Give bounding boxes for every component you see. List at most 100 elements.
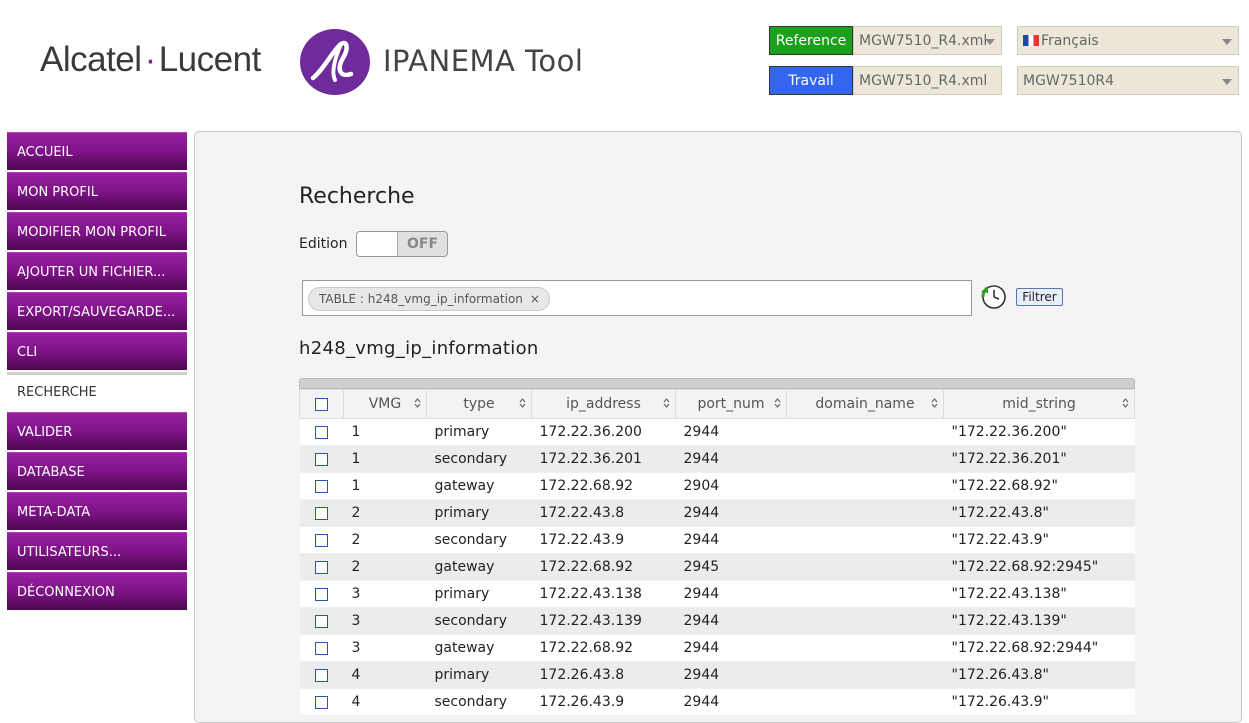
column-header-port-num[interactable]: port_num [675, 389, 787, 419]
row-checkbox[interactable] [299, 445, 344, 473]
cell-port: 2945 [675, 553, 787, 581]
sidebar-item-deconnexion[interactable]: DÉCONNEXION [7, 572, 187, 610]
cell-mid: "172.26.43.8" [943, 661, 1135, 689]
cell-ip: 172.22.36.200 [531, 418, 676, 446]
work-version-select[interactable]: MGW7510R4 [1017, 66, 1239, 95]
filter-button[interactable]: Filtrer [1016, 288, 1063, 306]
sidebar-item-ajouter-fichier[interactable]: AJOUTER UN FICHIER... [7, 252, 187, 290]
row-checkbox[interactable] [299, 526, 344, 554]
column-header-vmg[interactable]: VMG [343, 389, 427, 419]
table-row[interactable]: 2 gateway 172.22.68.92 2945 "172.22.68.92:29… [299, 553, 1135, 581]
reference-select-value: MGW7510_R4.xml [859, 33, 988, 49]
cell-ip: 172.22.68.92 [531, 553, 676, 581]
chevron-down-icon [1222, 39, 1232, 45]
sidebar-item-accueil[interactable]: ACCUEIL [7, 132, 187, 170]
checkbox-icon [315, 452, 328, 466]
table-row[interactable]: 3 secondary 172.22.43.139 2944 "172.22.43.13… [299, 607, 1135, 635]
sidebar-item-modifier-mon-profil[interactable]: MODIFIER MON PROFIL [7, 212, 187, 250]
sort-icon [663, 398, 670, 408]
cell-domain [786, 499, 944, 527]
cell-type: gateway [426, 553, 532, 581]
cell-mid: "172.22.36.200" [943, 418, 1135, 446]
table-row[interactable]: 1 primary 172.22.36.200 2944 "172.22.36.200" [299, 418, 1135, 446]
table-header-row: VMG type ip_address port_num domain_name… [299, 389, 1135, 419]
table-row[interactable]: 1 gateway 172.22.68.92 2904 "172.22.68.92" [299, 472, 1135, 500]
language-value: Français [1041, 33, 1099, 49]
sidebar-item-recherche[interactable]: RECHERCHE [7, 372, 187, 410]
row-checkbox[interactable] [299, 688, 344, 716]
row-checkbox[interactable] [299, 634, 344, 662]
sort-icon [519, 398, 526, 408]
cell-ip: 172.26.43.9 [531, 688, 676, 716]
cell-domain [786, 526, 944, 554]
row-checkbox[interactable] [299, 472, 344, 500]
language-select[interactable]: Français [1017, 26, 1239, 55]
column-header-type[interactable]: type [426, 389, 532, 419]
column-header-ip-address[interactable]: ip_address [531, 389, 676, 419]
cell-port: 2944 [675, 661, 787, 689]
sidebar-item-meta-data[interactable]: META-DATA [7, 492, 187, 530]
cell-type: primary [426, 661, 532, 689]
column-header-domain-name[interactable]: domain_name [786, 389, 944, 419]
cell-ip: 172.22.43.9 [531, 526, 676, 554]
work-file-value: MGW7510_R4.xml [859, 73, 988, 89]
table-row[interactable]: 3 gateway 172.22.68.92 2944 "172.22.68.92:29… [299, 634, 1135, 662]
cell-domain [786, 580, 944, 608]
checkbox-icon [315, 641, 328, 655]
cell-port: 2944 [675, 445, 787, 473]
cell-mid: "172.22.68.92:2945" [943, 553, 1135, 581]
chevron-down-icon [985, 39, 995, 45]
row-checkbox[interactable] [299, 553, 344, 581]
results-table: VMG type ip_address port_num domain_name… [299, 389, 1135, 716]
cell-type: gateway [426, 472, 532, 500]
edition-toggle[interactable]: OFF [356, 231, 448, 257]
table-row[interactable]: 4 primary 172.26.43.8 2944 "172.26.43.8" [299, 661, 1135, 689]
cell-port: 2944 [675, 607, 787, 635]
cell-domain [786, 553, 944, 581]
row-checkbox[interactable] [299, 661, 344, 689]
cell-domain [786, 472, 944, 500]
row-checkbox[interactable] [299, 580, 344, 608]
table-row[interactable]: 3 primary 172.22.43.138 2944 "172.22.43.138" [299, 580, 1135, 608]
table-row[interactable]: 2 secondary 172.22.43.9 2944 "172.22.43.9" [299, 526, 1135, 554]
cell-vmg: 2 [343, 499, 427, 527]
reference-button[interactable]: Reference [769, 26, 853, 55]
sidebar-item-valider[interactable]: VALIDER [7, 412, 187, 450]
cell-type: primary [426, 499, 532, 527]
row-checkbox[interactable] [299, 418, 344, 446]
cell-vmg: 1 [343, 418, 427, 446]
filter-input[interactable]: TABLE : h248_vmg_ip_information × [302, 280, 972, 316]
cell-mid: "172.26.43.9" [943, 688, 1135, 716]
work-button[interactable]: Travail [769, 66, 853, 95]
brand-right: Lucent [158, 40, 262, 79]
reference-select[interactable]: MGW7510_R4.xml [853, 26, 1002, 55]
checkbox-icon [315, 397, 328, 411]
checkbox-icon [315, 695, 328, 709]
history-clock-icon[interactable] [979, 283, 1009, 311]
close-icon[interactable]: × [530, 288, 540, 310]
table-row[interactable]: 1 secondary 172.22.36.201 2944 "172.22.36.20… [299, 445, 1135, 473]
sidebar-item-database[interactable]: DATABASE [7, 452, 187, 490]
table-row[interactable]: 2 primary 172.22.43.8 2944 "172.22.43.8" [299, 499, 1135, 527]
table-row[interactable]: 4 secondary 172.26.43.9 2944 "172.26.43.9" [299, 688, 1135, 716]
sidebar-item-mon-profil[interactable]: MON PROFIL [7, 172, 187, 210]
brand-dot: · [144, 40, 157, 79]
work-file-field: MGW7510_R4.xml [853, 66, 1002, 95]
row-checkbox[interactable] [299, 607, 344, 635]
brand-wordmark: Alcatel·Lucent [40, 40, 261, 80]
alcatel-lucent-logo-icon [300, 29, 370, 95]
select-all-checkbox[interactable] [299, 389, 344, 419]
cell-mid: "172.22.43.9" [943, 526, 1135, 554]
sidebar-item-utilisateurs[interactable]: UTILISATEURS... [7, 532, 187, 570]
sidebar-item-export-sauvegarde[interactable]: EXPORT/SAUVEGARDE... [7, 292, 187, 330]
cell-vmg: 3 [343, 634, 427, 662]
row-checkbox[interactable] [299, 499, 344, 527]
column-header-mid-string[interactable]: mid_string [943, 389, 1135, 419]
cell-port: 2944 [675, 499, 787, 527]
cell-port: 2944 [675, 418, 787, 446]
cell-ip: 172.26.43.8 [531, 661, 676, 689]
cell-ip: 172.22.43.138 [531, 580, 676, 608]
cell-domain [786, 688, 944, 716]
cell-port: 2944 [675, 688, 787, 716]
sidebar-item-cli[interactable]: CLI [7, 332, 187, 370]
